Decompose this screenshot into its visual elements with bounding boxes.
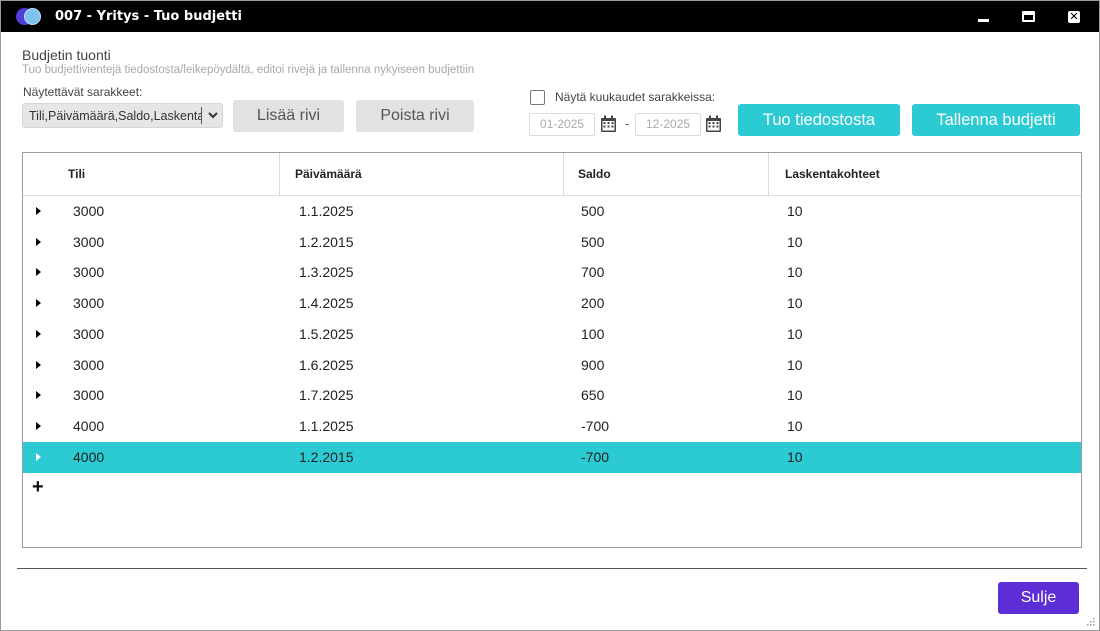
page-title: Budjetin tuonti: [22, 47, 111, 63]
chevron-down-icon[interactable]: [206, 107, 220, 124]
window-title: 007 - Yritys - Tuo budjetti: [55, 9, 242, 24]
column-header-date[interactable]: Päivämäärä: [295, 153, 362, 196]
expand-row-icon[interactable]: [36, 330, 41, 338]
cell-date[interactable]: 1.1.2025: [299, 196, 354, 227]
page-subtitle: Tuo budjettivientejä tiedostosta/leikepö…: [22, 64, 475, 76]
budget-grid: Tili Päivämäärä Saldo Laskentakohteet 30…: [22, 152, 1082, 548]
maximize-icon[interactable]: [1022, 11, 1035, 22]
cell-balance[interactable]: 700: [581, 257, 604, 288]
cell-cost-center[interactable]: 10: [787, 442, 803, 473]
table-row[interactable]: 3000 1.3.2025 700 10: [23, 257, 1081, 288]
minimize-icon[interactable]: [976, 9, 992, 24]
table-row[interactable]: 4000 1.1.2025 -700 10: [23, 411, 1081, 442]
expand-row-icon[interactable]: [36, 299, 41, 307]
cell-balance[interactable]: 200: [581, 288, 604, 319]
cell-cost-center[interactable]: 10: [787, 411, 803, 442]
column-header-cost-centers[interactable]: Laskentakohteet: [785, 153, 880, 196]
cell-date[interactable]: 1.6.2025: [299, 350, 354, 381]
save-budget-button[interactable]: Tallenna budjetti: [912, 104, 1080, 136]
cell-account[interactable]: 3000: [73, 380, 104, 411]
cell-balance[interactable]: 500: [581, 227, 604, 258]
grid-header: Tili Päivämäärä Saldo Laskentakohteet: [23, 153, 1081, 196]
resize-grip-icon[interactable]: [1085, 616, 1095, 626]
add-row-button[interactable]: Lisää rivi: [233, 100, 344, 132]
cell-account[interactable]: 4000: [73, 442, 104, 473]
cell-balance[interactable]: -700: [581, 442, 609, 473]
expand-row-icon[interactable]: [36, 391, 41, 399]
cell-date[interactable]: 1.4.2025: [299, 288, 354, 319]
import-from-file-button[interactable]: Tuo tiedostosta: [738, 104, 900, 136]
calendar-icon[interactable]: [600, 115, 617, 133]
cell-date[interactable]: 1.2.2015: [299, 227, 354, 258]
import-budget-window: 007 - Yritys - Tuo budjetti ✕ Budjetin t…: [0, 0, 1100, 631]
expand-row-icon[interactable]: [36, 422, 41, 430]
show-months-checkbox[interactable]: [530, 90, 545, 105]
visible-columns-label: Näytettävät sarakkeet:: [23, 85, 143, 99]
cell-cost-center[interactable]: 10: [787, 350, 803, 381]
show-months-label: Näytä kuukaudet sarakkeissa:: [555, 90, 716, 104]
cell-balance[interactable]: 100: [581, 319, 604, 350]
visible-columns-value: Tili,Päivämäärä,Saldo,Laskentakohteet: [29, 109, 202, 123]
cell-date[interactable]: 1.3.2025: [299, 257, 354, 288]
cell-date[interactable]: 1.7.2025: [299, 380, 354, 411]
cell-cost-center[interactable]: 10: [787, 257, 803, 288]
column-header-balance[interactable]: Saldo: [578, 153, 611, 196]
app-logo-icon: [16, 8, 42, 25]
expand-row-icon[interactable]: [36, 453, 41, 461]
table-row[interactable]: 3000 1.1.2025 500 10: [23, 196, 1081, 227]
visible-columns-select[interactable]: Tili,Päivämäärä,Saldo,Laskentakohteet: [22, 103, 223, 128]
expand-row-icon[interactable]: [36, 238, 41, 246]
table-row[interactable]: 3000 1.2.2015 500 10: [23, 227, 1081, 258]
footer-divider: [17, 568, 1087, 569]
cell-balance[interactable]: 500: [581, 196, 604, 227]
cell-balance[interactable]: 900: [581, 350, 604, 381]
cell-date[interactable]: 1.2.2015: [299, 442, 354, 473]
cell-date[interactable]: 1.1.2025: [299, 411, 354, 442]
cell-account[interactable]: 3000: [73, 196, 104, 227]
cell-date[interactable]: 1.5.2025: [299, 319, 354, 350]
cell-account[interactable]: 3000: [73, 257, 104, 288]
date-to-input[interactable]: 12-2025: [635, 113, 701, 136]
add-row-plus-icon[interactable]: +: [32, 477, 44, 497]
title-bar[interactable]: 007 - Yritys - Tuo budjetti ✕: [1, 1, 1099, 32]
remove-row-button[interactable]: Poista rivi: [356, 100, 474, 132]
cell-cost-center[interactable]: 10: [787, 380, 803, 411]
date-from-input[interactable]: 01-2025: [529, 113, 595, 136]
table-row[interactable]: 3000 1.7.2025 650 10: [23, 380, 1081, 411]
cell-cost-center[interactable]: 10: [787, 288, 803, 319]
cell-balance[interactable]: -700: [581, 411, 609, 442]
cell-account[interactable]: 3000: [73, 350, 104, 381]
close-button[interactable]: Sulje: [998, 582, 1079, 614]
cell-balance[interactable]: 650: [581, 380, 604, 411]
calendar-icon[interactable]: [705, 115, 722, 133]
close-icon[interactable]: ✕: [1068, 11, 1080, 23]
select-separator: [201, 107, 202, 124]
cell-cost-center[interactable]: 10: [787, 227, 803, 258]
expand-row-icon[interactable]: [36, 207, 41, 215]
cell-account[interactable]: 3000: [73, 288, 104, 319]
table-row[interactable]: 3000 1.4.2025 200 10: [23, 288, 1081, 319]
table-row[interactable]: 3000 1.6.2025 900 10: [23, 350, 1081, 381]
cell-cost-center[interactable]: 10: [787, 319, 803, 350]
cell-account[interactable]: 4000: [73, 411, 104, 442]
cell-account[interactable]: 3000: [73, 319, 104, 350]
table-row[interactable]: 3000 1.5.2025 100 10: [23, 319, 1081, 350]
expand-row-icon[interactable]: [36, 361, 41, 369]
column-header-account[interactable]: Tili: [68, 153, 85, 196]
expand-row-icon[interactable]: [36, 268, 41, 276]
date-range-separator: -: [625, 116, 630, 131]
cell-account[interactable]: 3000: [73, 227, 104, 258]
cell-cost-center[interactable]: 10: [787, 196, 803, 227]
table-row-selected[interactable]: 4000 1.2.2015 -700 10: [23, 442, 1081, 473]
